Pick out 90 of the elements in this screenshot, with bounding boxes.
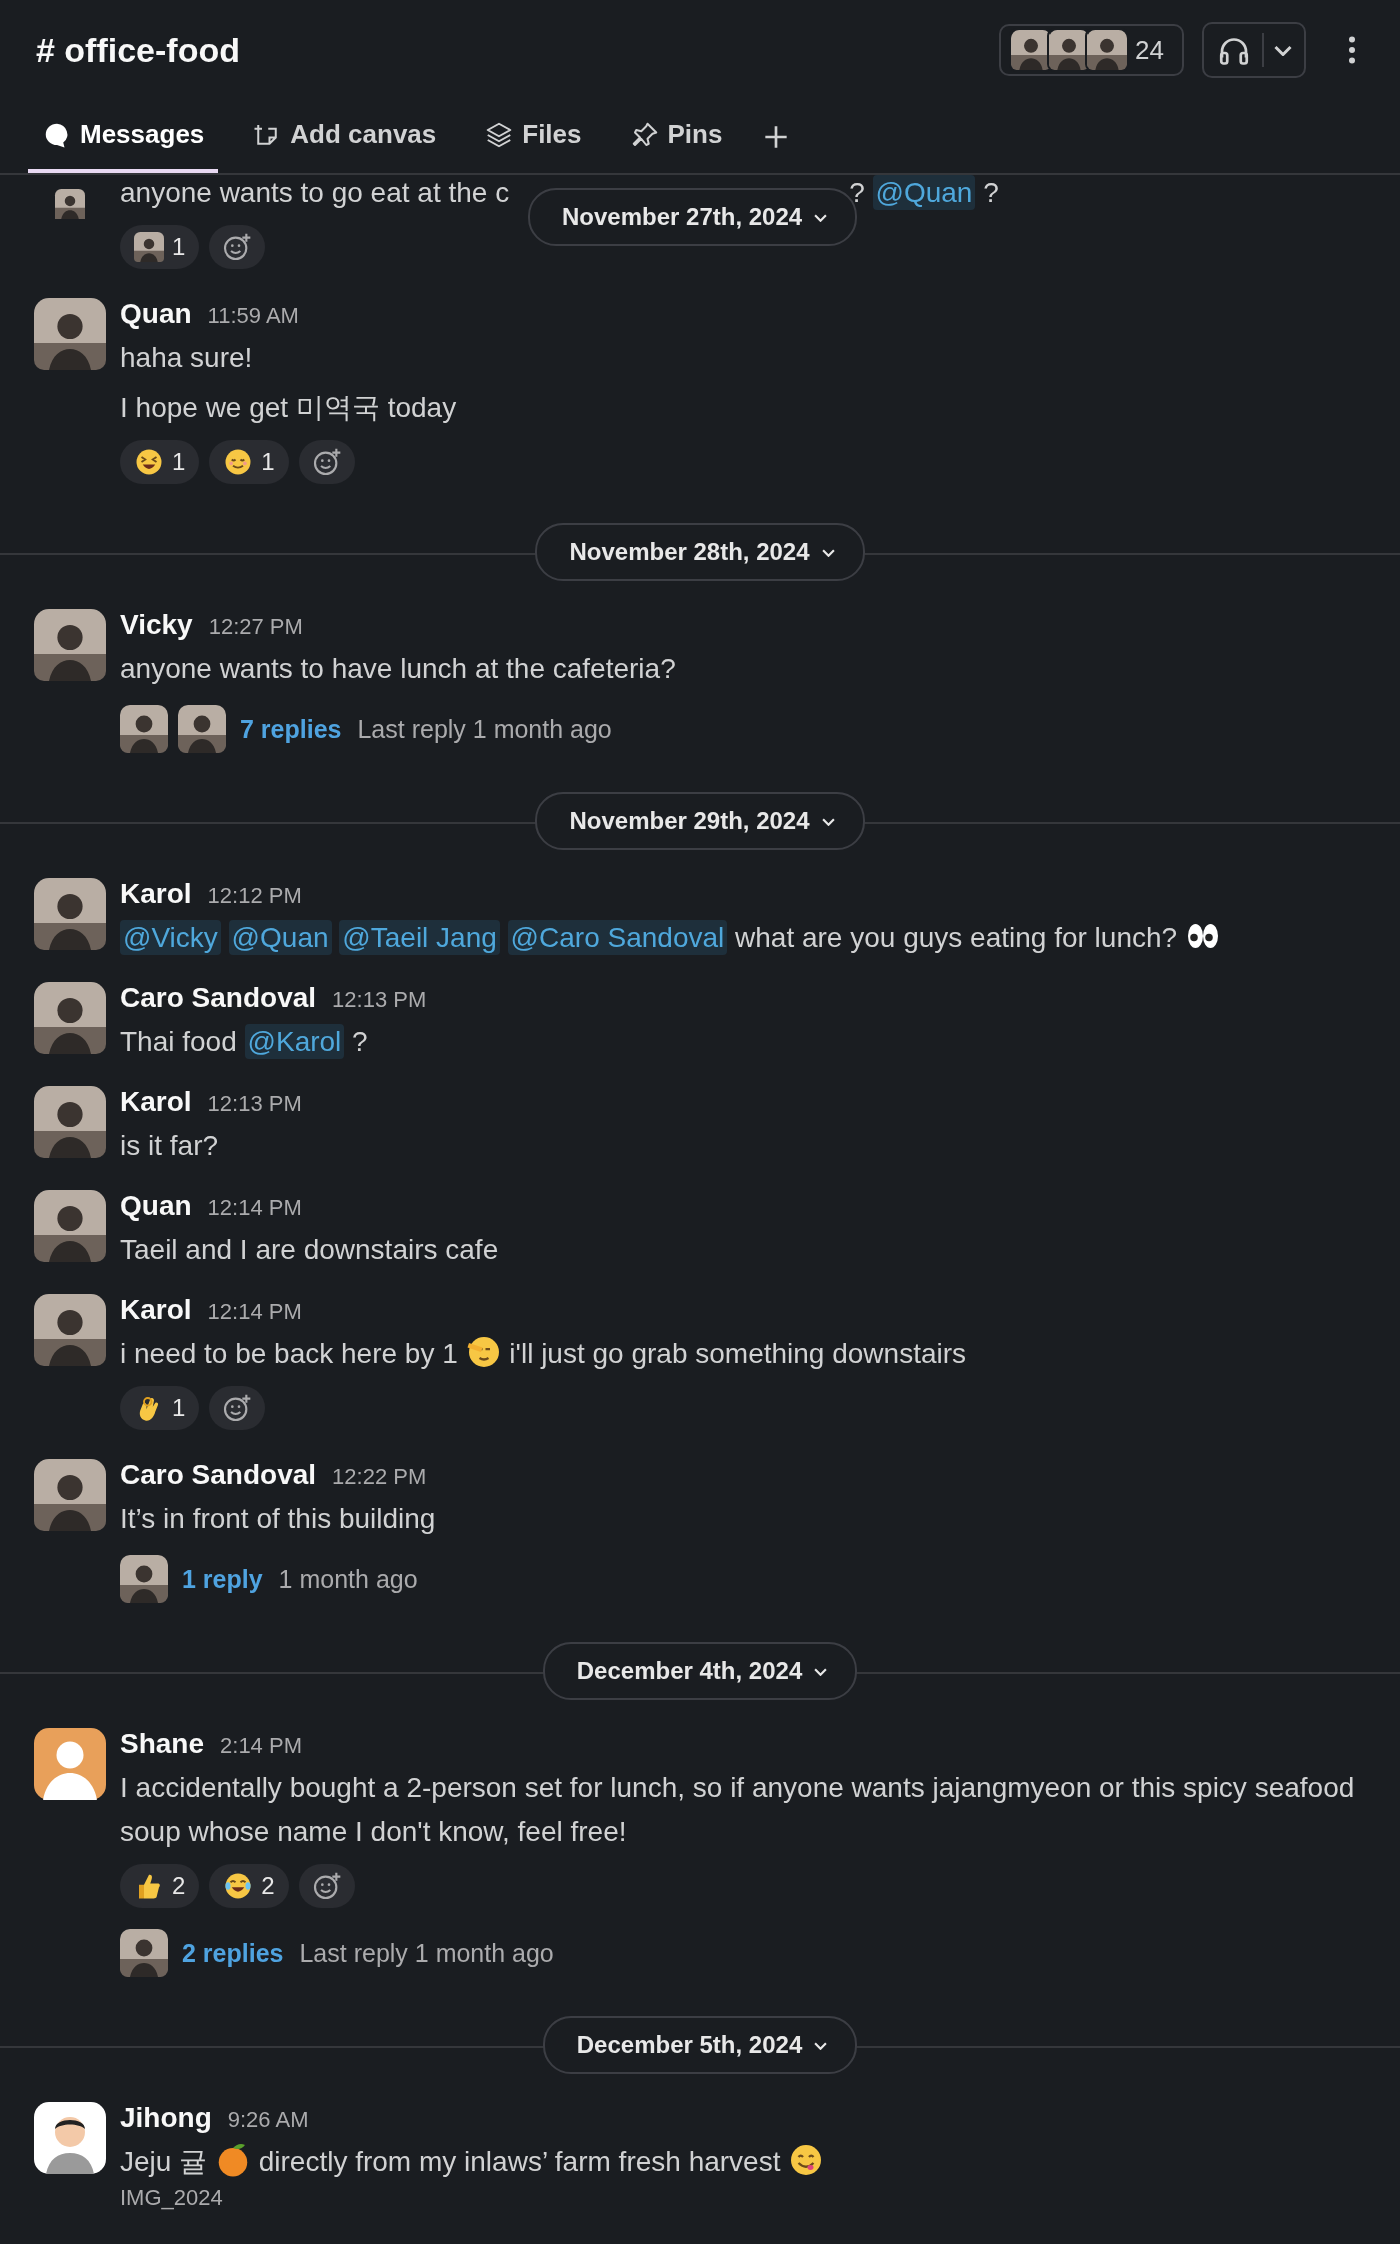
avatar <box>34 2102 106 2174</box>
message-text: anyone wants to have lunch at the cafeteria? <box>120 652 677 686</box>
message-text: @Vicky @Quan @Taeil Jang @Caro Sandoval what are you guys eating for lunch? <box>120 916 1366 960</box>
message-text: I accidentally bought a 2-person set for lunch, so if anyone wants jajangmyeon or this spicy seafood soup whose name I don't know, feel free! <box>120 1771 1356 1849</box>
message-text: It’s in front of this building <box>120 1502 437 1536</box>
message-text: Jeju 귤 directly from my inlaws’ farm fresh harvest <box>120 2140 1366 2184</box>
add-reaction-button[interactable] <box>209 225 266 269</box>
add-reaction-button[interactable] <box>209 1386 266 1430</box>
members-button[interactable]: 24 <box>999 24 1184 76</box>
message-text: Thai food @Karol ? <box>120 1023 369 1061</box>
reaction-pill[interactable]: 1 <box>209 440 289 484</box>
mention-link[interactable]: @Karol <box>244 1024 345 1059</box>
timestamp[interactable]: 12:12 PM <box>207 883 302 909</box>
avatar <box>34 1728 106 1800</box>
avatar <box>178 705 226 753</box>
date-pill[interactable]: November 28th, 2024 <box>535 523 865 581</box>
author-name[interactable]: Karol <box>120 878 192 910</box>
timestamp[interactable]: 12:27 PM <box>208 614 303 640</box>
replies-link[interactable]: 1 reply <box>182 1564 263 1594</box>
channel-title: # office-food <box>36 30 240 70</box>
tab[interactable]: Messages <box>28 100 219 173</box>
avatar <box>34 609 106 681</box>
caret-icon <box>814 2040 828 2050</box>
thread-meta: 1 month ago <box>278 1564 418 1594</box>
avatar <box>34 982 106 1054</box>
thread-meta: Last reply 1 month ago <box>299 1938 554 1968</box>
timestamp[interactable]: 11:59 AM <box>207 303 299 329</box>
message-text: haha sure! <box>120 341 254 375</box>
author-name[interactable]: Karol <box>120 1294 192 1326</box>
avatar <box>34 1190 106 1262</box>
reaction-pill[interactable]: 1 <box>120 225 200 269</box>
author-name[interactable]: Karol <box>120 1086 192 1118</box>
reaction-pill[interactable]: 2 <box>209 1864 289 1908</box>
reaction-pill[interactable]: 1 <box>120 1386 200 1430</box>
timestamp[interactable]: 9:26 AM <box>227 2107 309 2133</box>
mention-link[interactable]: @Vicky <box>120 920 221 955</box>
author-name[interactable]: Jihong <box>120 2102 212 2134</box>
caret-icon <box>821 816 835 826</box>
replies-link[interactable]: 2 replies <box>182 1938 284 1968</box>
avatar <box>120 705 168 753</box>
avatar <box>1085 28 1130 72</box>
message-text: Taeil and I are downstairs cafe <box>120 1233 500 1267</box>
avatar <box>120 1555 168 1603</box>
date-pill[interactable]: December 4th, 2024 <box>542 1642 858 1700</box>
timestamp[interactable]: 2:14 PM <box>220 1733 302 1759</box>
tab[interactable]: Add canvas <box>238 100 451 173</box>
avatar <box>34 878 106 950</box>
avatar <box>34 1459 106 1531</box>
timestamp[interactable]: 12:13 PM <box>207 1091 302 1117</box>
tab[interactable]: Files <box>470 100 596 173</box>
avatar <box>34 1086 106 1158</box>
mention-link[interactable]: @Taeil Jang <box>339 920 500 955</box>
author-name[interactable]: Caro Sandoval <box>120 1459 317 1491</box>
replies-link[interactable]: 7 replies <box>240 714 342 744</box>
timestamp[interactable]: 12:13 PM <box>332 987 427 1013</box>
add-reaction-button[interactable] <box>298 440 355 484</box>
author-name[interactable]: Quan <box>120 1190 192 1222</box>
add-reaction-button[interactable] <box>298 1864 355 1908</box>
author-name[interactable]: Quan <box>120 298 192 330</box>
thread-meta: Last reply 1 month ago <box>357 714 612 744</box>
tab[interactable]: Pins <box>615 100 737 173</box>
saluting-face-icon <box>465 1334 502 1370</box>
caret-icon <box>814 1666 828 1676</box>
avatar <box>34 1294 106 1366</box>
author-name[interactable]: Shane <box>120 1728 205 1760</box>
file-name[interactable]: IMG_2024 <box>120 2186 1366 2210</box>
avatar <box>120 1929 168 1977</box>
mention-link[interactable]: @Quan <box>872 175 976 210</box>
message-text: anyone wants to go eat at the c <box>120 176 510 210</box>
avatar <box>34 298 106 370</box>
caret-icon <box>814 212 828 222</box>
huddle-button[interactable] <box>1202 22 1306 78</box>
timestamp[interactable]: 12:14 PM <box>207 1195 302 1221</box>
caret-icon <box>821 547 835 557</box>
date-pill[interactable]: November 29th, 2024 <box>535 792 865 850</box>
message-text: I hope we get 미역국 today <box>120 391 458 425</box>
message-text: i need to be back here by 1 i'll just go grab something downstairs <box>120 1332 1366 1376</box>
date-pill[interactable]: December 5th, 2024 <box>542 2016 858 2074</box>
mention-link[interactable]: @Quan <box>228 920 332 955</box>
message-text: is it far? <box>120 1129 220 1163</box>
avatar <box>134 232 164 262</box>
laughing-face-icon <box>134 447 164 477</box>
author-name[interactable]: Vicky <box>120 609 193 641</box>
timestamp[interactable]: 12:22 PM <box>332 1464 427 1490</box>
reaction-pill[interactable]: 2 <box>120 1864 200 1908</box>
author-name[interactable]: Caro Sandoval <box>120 982 317 1014</box>
reaction-pill[interactable]: 1 <box>120 440 200 484</box>
mention-link[interactable]: @Caro Sandoval <box>507 920 728 955</box>
caret-icon <box>1274 44 1292 56</box>
timestamp[interactable]: 12:14 PM <box>207 1299 302 1325</box>
